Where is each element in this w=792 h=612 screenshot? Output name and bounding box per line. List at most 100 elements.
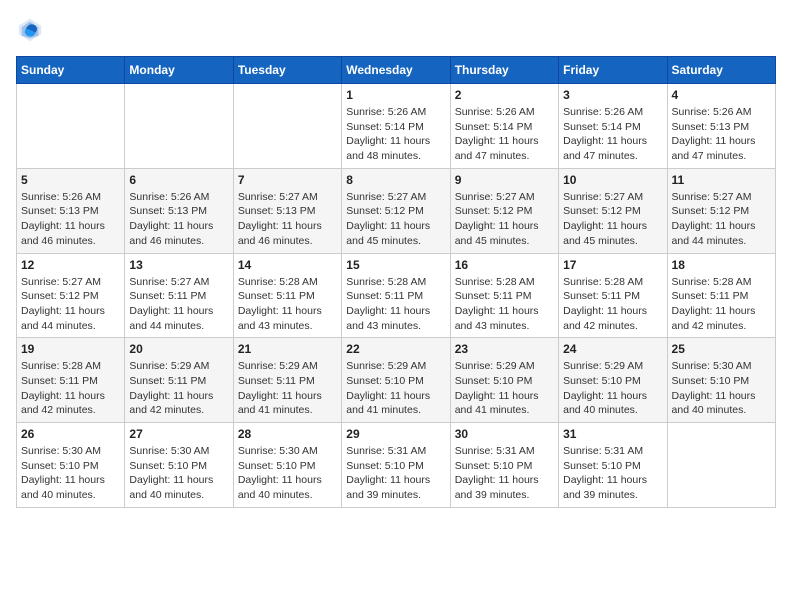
calendar-cell: 11 Sunrise: 5:27 AMSunset: 5:12 PMDayligh…	[667, 168, 775, 253]
day-number: 9	[455, 173, 554, 187]
day-number: 24	[563, 342, 662, 356]
day-number: 26	[21, 427, 120, 441]
calendar-cell: 22 Sunrise: 5:29 AMSunset: 5:10 PMDayligh…	[342, 338, 450, 423]
calendar-cell: 23 Sunrise: 5:29 AMSunset: 5:10 PMDayligh…	[450, 338, 558, 423]
day-number: 30	[455, 427, 554, 441]
calendar-cell: 17 Sunrise: 5:28 AMSunset: 5:11 PMDayligh…	[559, 253, 667, 338]
day-info: Sunrise: 5:26 AMSunset: 5:14 PMDaylight:…	[455, 105, 554, 164]
day-info: Sunrise: 5:30 AMSunset: 5:10 PMDaylight:…	[129, 444, 228, 503]
day-number: 28	[238, 427, 337, 441]
day-info: Sunrise: 5:26 AMSunset: 5:14 PMDaylight:…	[563, 105, 662, 164]
day-number: 25	[672, 342, 771, 356]
calendar-cell: 8 Sunrise: 5:27 AMSunset: 5:12 PMDaylight…	[342, 168, 450, 253]
calendar-cell: 14Sunrise: 5:28 AMSunset: 5:11 PMDayligh…	[233, 253, 341, 338]
page-header	[16, 16, 776, 44]
day-info: Sunrise: 5:27 AMSunset: 5:11 PMDaylight:…	[129, 275, 228, 334]
calendar-cell: 19Sunrise: 5:28 AMSunset: 5:11 PMDayligh…	[17, 338, 125, 423]
calendar-cell: 13 Sunrise: 5:27 AMSunset: 5:11 PMDayligh…	[125, 253, 233, 338]
day-number: 17	[563, 258, 662, 272]
calendar-cell: 28 Sunrise: 5:30 AMSunset: 5:10 PMDayligh…	[233, 423, 341, 508]
day-number: 31	[563, 427, 662, 441]
day-info: Sunrise: 5:28 AMSunset: 5:11 PMDaylight:…	[455, 275, 554, 334]
calendar-cell: 26 Sunrise: 5:30 AMSunset: 5:10 PMDayligh…	[17, 423, 125, 508]
day-info: Sunrise: 5:26 AMSunset: 5:13 PMDaylight:…	[672, 105, 771, 164]
day-info: Sunrise: 5:27 AMSunset: 5:12 PMDaylight:…	[563, 190, 662, 249]
calendar-cell: 21 Sunrise: 5:29 AMSunset: 5:11 PMDayligh…	[233, 338, 341, 423]
day-number: 15	[346, 258, 445, 272]
day-info: Sunrise: 5:28 AMSunset: 5:11 PMDaylight:…	[346, 275, 445, 334]
calendar-cell: 12 Sunrise: 5:27 AMSunset: 5:12 PMDayligh…	[17, 253, 125, 338]
calendar-week-row: 19Sunrise: 5:28 AMSunset: 5:11 PMDayligh…	[17, 338, 776, 423]
calendar-cell	[17, 84, 125, 169]
calendar-cell: 16 Sunrise: 5:28 AMSunset: 5:11 PMDayligh…	[450, 253, 558, 338]
calendar-cell: 24 Sunrise: 5:29 AMSunset: 5:10 PMDayligh…	[559, 338, 667, 423]
day-number: 7	[238, 173, 337, 187]
calendar-cell: 4 Sunrise: 5:26 AMSunset: 5:13 PMDaylight…	[667, 84, 775, 169]
weekday-header-sunday: Sunday	[17, 57, 125, 84]
day-number: 10	[563, 173, 662, 187]
calendar-cell	[125, 84, 233, 169]
day-number: 6	[129, 173, 228, 187]
day-number: 1	[346, 88, 445, 102]
day-info: Sunrise: 5:26 AMSunset: 5:13 PMDaylight:…	[129, 190, 228, 249]
day-info: Sunrise: 5:27 AMSunset: 5:13 PMDaylight:…	[238, 190, 337, 249]
weekday-header-monday: Monday	[125, 57, 233, 84]
calendar-cell: 25Sunrise: 5:30 AMSunset: 5:10 PMDayligh…	[667, 338, 775, 423]
day-number: 22	[346, 342, 445, 356]
calendar-cell: 7 Sunrise: 5:27 AMSunset: 5:13 PMDaylight…	[233, 168, 341, 253]
weekday-header-friday: Friday	[559, 57, 667, 84]
day-number: 21	[238, 342, 337, 356]
day-info: Sunrise: 5:29 AMSunset: 5:10 PMDaylight:…	[346, 359, 445, 418]
calendar-week-row: 26 Sunrise: 5:30 AMSunset: 5:10 PMDayligh…	[17, 423, 776, 508]
day-number: 13	[129, 258, 228, 272]
day-info: Sunrise: 5:31 AMSunset: 5:10 PMDaylight:…	[563, 444, 662, 503]
day-info: Sunrise: 5:31 AMSunset: 5:10 PMDaylight:…	[346, 444, 445, 503]
day-info: Sunrise: 5:28 AMSunset: 5:11 PMDaylight:…	[238, 275, 337, 334]
calendar-cell: 20Sunrise: 5:29 AMSunset: 5:11 PMDayligh…	[125, 338, 233, 423]
day-info: Sunrise: 5:26 AMSunset: 5:14 PMDaylight:…	[346, 105, 445, 164]
weekday-header-thursday: Thursday	[450, 57, 558, 84]
day-info: Sunrise: 5:30 AMSunset: 5:10 PMDaylight:…	[21, 444, 120, 503]
calendar-cell: 9 Sunrise: 5:27 AMSunset: 5:12 PMDaylight…	[450, 168, 558, 253]
day-info: Sunrise: 5:27 AMSunset: 5:12 PMDaylight:…	[455, 190, 554, 249]
day-number: 23	[455, 342, 554, 356]
weekday-header-tuesday: Tuesday	[233, 57, 341, 84]
day-number: 3	[563, 88, 662, 102]
day-info: Sunrise: 5:31 AMSunset: 5:10 PMDaylight:…	[455, 444, 554, 503]
day-info: Sunrise: 5:30 AMSunset: 5:10 PMDaylight:…	[238, 444, 337, 503]
day-number: 5	[21, 173, 120, 187]
day-number: 11	[672, 173, 771, 187]
day-info: Sunrise: 5:26 AMSunset: 5:13 PMDaylight:…	[21, 190, 120, 249]
day-number: 29	[346, 427, 445, 441]
weekday-header-wednesday: Wednesday	[342, 57, 450, 84]
calendar-week-row: 5 Sunrise: 5:26 AMSunset: 5:13 PMDaylight…	[17, 168, 776, 253]
day-number: 8	[346, 173, 445, 187]
day-number: 16	[455, 258, 554, 272]
day-info: Sunrise: 5:28 AMSunset: 5:11 PMDaylight:…	[563, 275, 662, 334]
calendar-cell	[667, 423, 775, 508]
calendar-cell: 27Sunrise: 5:30 AMSunset: 5:10 PMDayligh…	[125, 423, 233, 508]
calendar-cell: 10 Sunrise: 5:27 AMSunset: 5:12 PMDayligh…	[559, 168, 667, 253]
day-info: Sunrise: 5:29 AMSunset: 5:11 PMDaylight:…	[238, 359, 337, 418]
day-number: 18	[672, 258, 771, 272]
day-number: 2	[455, 88, 554, 102]
calendar-cell: 18 Sunrise: 5:28 AMSunset: 5:11 PMDayligh…	[667, 253, 775, 338]
weekday-header-saturday: Saturday	[667, 57, 775, 84]
calendar-cell: 30 Sunrise: 5:31 AMSunset: 5:10 PMDayligh…	[450, 423, 558, 508]
calendar-cell: 29 Sunrise: 5:31 AMSunset: 5:10 PMDayligh…	[342, 423, 450, 508]
day-number: 12	[21, 258, 120, 272]
day-info: Sunrise: 5:29 AMSunset: 5:10 PMDaylight:…	[455, 359, 554, 418]
day-number: 4	[672, 88, 771, 102]
logo-icon	[16, 16, 44, 44]
calendar-header-row: SundayMondayTuesdayWednesdayThursdayFrid…	[17, 57, 776, 84]
calendar-week-row: 1 Sunrise: 5:26 AMSunset: 5:14 PMDaylight…	[17, 84, 776, 169]
day-info: Sunrise: 5:29 AMSunset: 5:10 PMDaylight:…	[563, 359, 662, 418]
day-info: Sunrise: 5:27 AMSunset: 5:12 PMDaylight:…	[346, 190, 445, 249]
calendar-cell: 1 Sunrise: 5:26 AMSunset: 5:14 PMDaylight…	[342, 84, 450, 169]
day-info: Sunrise: 5:28 AMSunset: 5:11 PMDaylight:…	[672, 275, 771, 334]
calendar-cell: 15 Sunrise: 5:28 AMSunset: 5:11 PMDayligh…	[342, 253, 450, 338]
day-info: Sunrise: 5:27 AMSunset: 5:12 PMDaylight:…	[672, 190, 771, 249]
day-number: 19	[21, 342, 120, 356]
day-info: Sunrise: 5:27 AMSunset: 5:12 PMDaylight:…	[21, 275, 120, 334]
logo	[16, 16, 48, 44]
